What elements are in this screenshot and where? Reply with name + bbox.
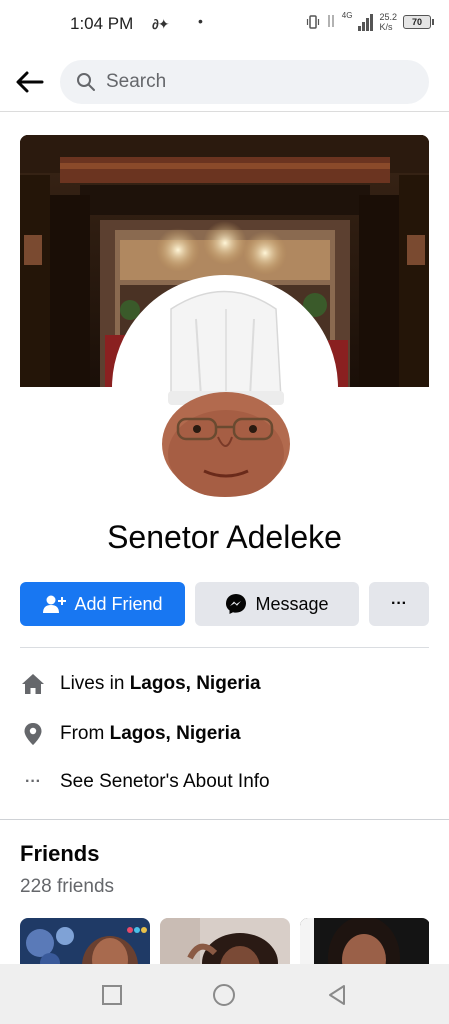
network-speed: 25.2 K/s — [379, 12, 397, 32]
square-icon — [102, 985, 122, 1005]
recent-apps-button[interactable] — [99, 982, 125, 1008]
about-info-row[interactable]: ··· See Senetor's About Info — [20, 769, 270, 795]
about-dots: ··· — [25, 773, 41, 790]
message-button[interactable]: Message — [195, 582, 359, 626]
friends-count: 228 friends — [20, 876, 115, 897]
home-button[interactable] — [211, 982, 237, 1008]
add-friend-label: Add Friend — [74, 593, 163, 614]
from-value[interactable]: Lagos, Nigeria — [110, 723, 241, 745]
status-indicators: 4G 25.2 K/s 70 — [306, 11, 434, 32]
status-time: 1:04 PM — [70, 14, 134, 33]
lives-in-row: Lives in Lagos, Nigeria — [20, 671, 261, 697]
add-user-icon — [43, 595, 67, 613]
section-divider-friends — [0, 819, 449, 820]
search-input[interactable] — [106, 71, 406, 93]
circle-icon — [213, 984, 235, 1006]
carrier-icon: ∂✦ — [152, 16, 170, 32]
search-icon — [77, 73, 95, 91]
back-nav-button[interactable] — [324, 982, 350, 1008]
lives-in-prefix: Lives in — [60, 673, 130, 694]
triangle-back-icon — [329, 985, 345, 1005]
from-row: From Lagos, Nigeria — [20, 721, 241, 747]
location-pin-icon — [20, 721, 46, 747]
home-icon — [20, 671, 46, 697]
more-options-label: ··· — [391, 595, 407, 612]
more-options-button[interactable]: ··· — [369, 582, 429, 626]
about-info-link[interactable]: See Senetor's About Info — [60, 771, 270, 793]
more-dots-icon: ··· — [20, 769, 46, 795]
top-bar — [0, 50, 449, 112]
search-bar[interactable] — [60, 60, 429, 104]
speed-value: 25.2 — [379, 12, 397, 22]
messenger-icon — [226, 594, 247, 614]
profile-picture[interactable] — [112, 275, 338, 501]
battery-icon: 70 — [403, 15, 434, 29]
data-arrows-icon — [326, 13, 336, 32]
profile-name: Senetor Adeleke — [107, 519, 342, 555]
signal-icon — [358, 13, 374, 31]
speed-unit: K/s — [379, 22, 393, 32]
status-bar: 1:04 PM ∂✦ • 4G 25.2 K/s 70 — [0, 0, 449, 50]
system-nav-bar — [0, 964, 449, 1024]
message-label: Message — [255, 593, 329, 614]
battery-level: 70 — [411, 17, 422, 27]
vibrate-icon — [306, 13, 320, 31]
notification-dot: • — [198, 13, 203, 29]
add-friend-button[interactable]: Add Friend — [20, 582, 185, 626]
lives-in-value[interactable]: Lagos, Nigeria — [130, 673, 261, 695]
back-button[interactable] — [14, 66, 46, 98]
arrow-left-icon — [16, 71, 44, 93]
network-type: 4G — [341, 11, 353, 20]
section-divider — [20, 647, 429, 648]
friends-heading[interactable]: Friends — [20, 841, 99, 867]
from-prefix: From — [60, 723, 110, 744]
